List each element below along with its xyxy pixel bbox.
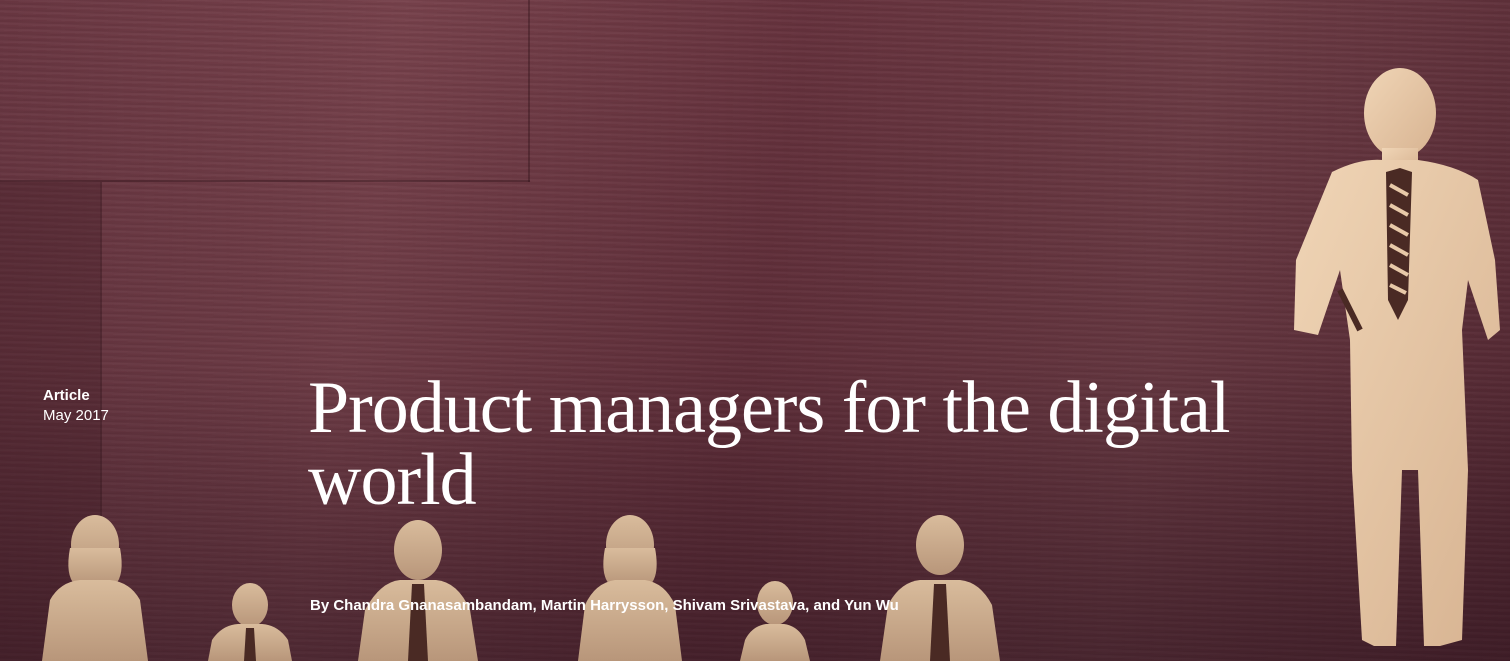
small-man-figure-3 [880, 515, 1000, 661]
article-date: May 2017 [43, 407, 109, 424]
article-title: Product managers for the digital world [308, 367, 1231, 521]
small-woman-figure-1 [42, 515, 148, 661]
article-type-label: Article [43, 387, 90, 404]
paper-figures-illustration [42, 68, 1500, 661]
article-byline: By Chandra Gnanasambandam, Martin Harrys… [310, 597, 899, 614]
small-woman-figure-2 [578, 515, 682, 661]
small-man-figure-1 [208, 583, 292, 661]
small-man-figure-2 [358, 520, 478, 661]
large-man-figure [1294, 68, 1500, 646]
small-woman-figure-3 [740, 581, 810, 661]
hero-banner: Article May 2017 Product managers for th… [0, 0, 1510, 661]
article-meta: Article May 2017 [43, 386, 109, 426]
